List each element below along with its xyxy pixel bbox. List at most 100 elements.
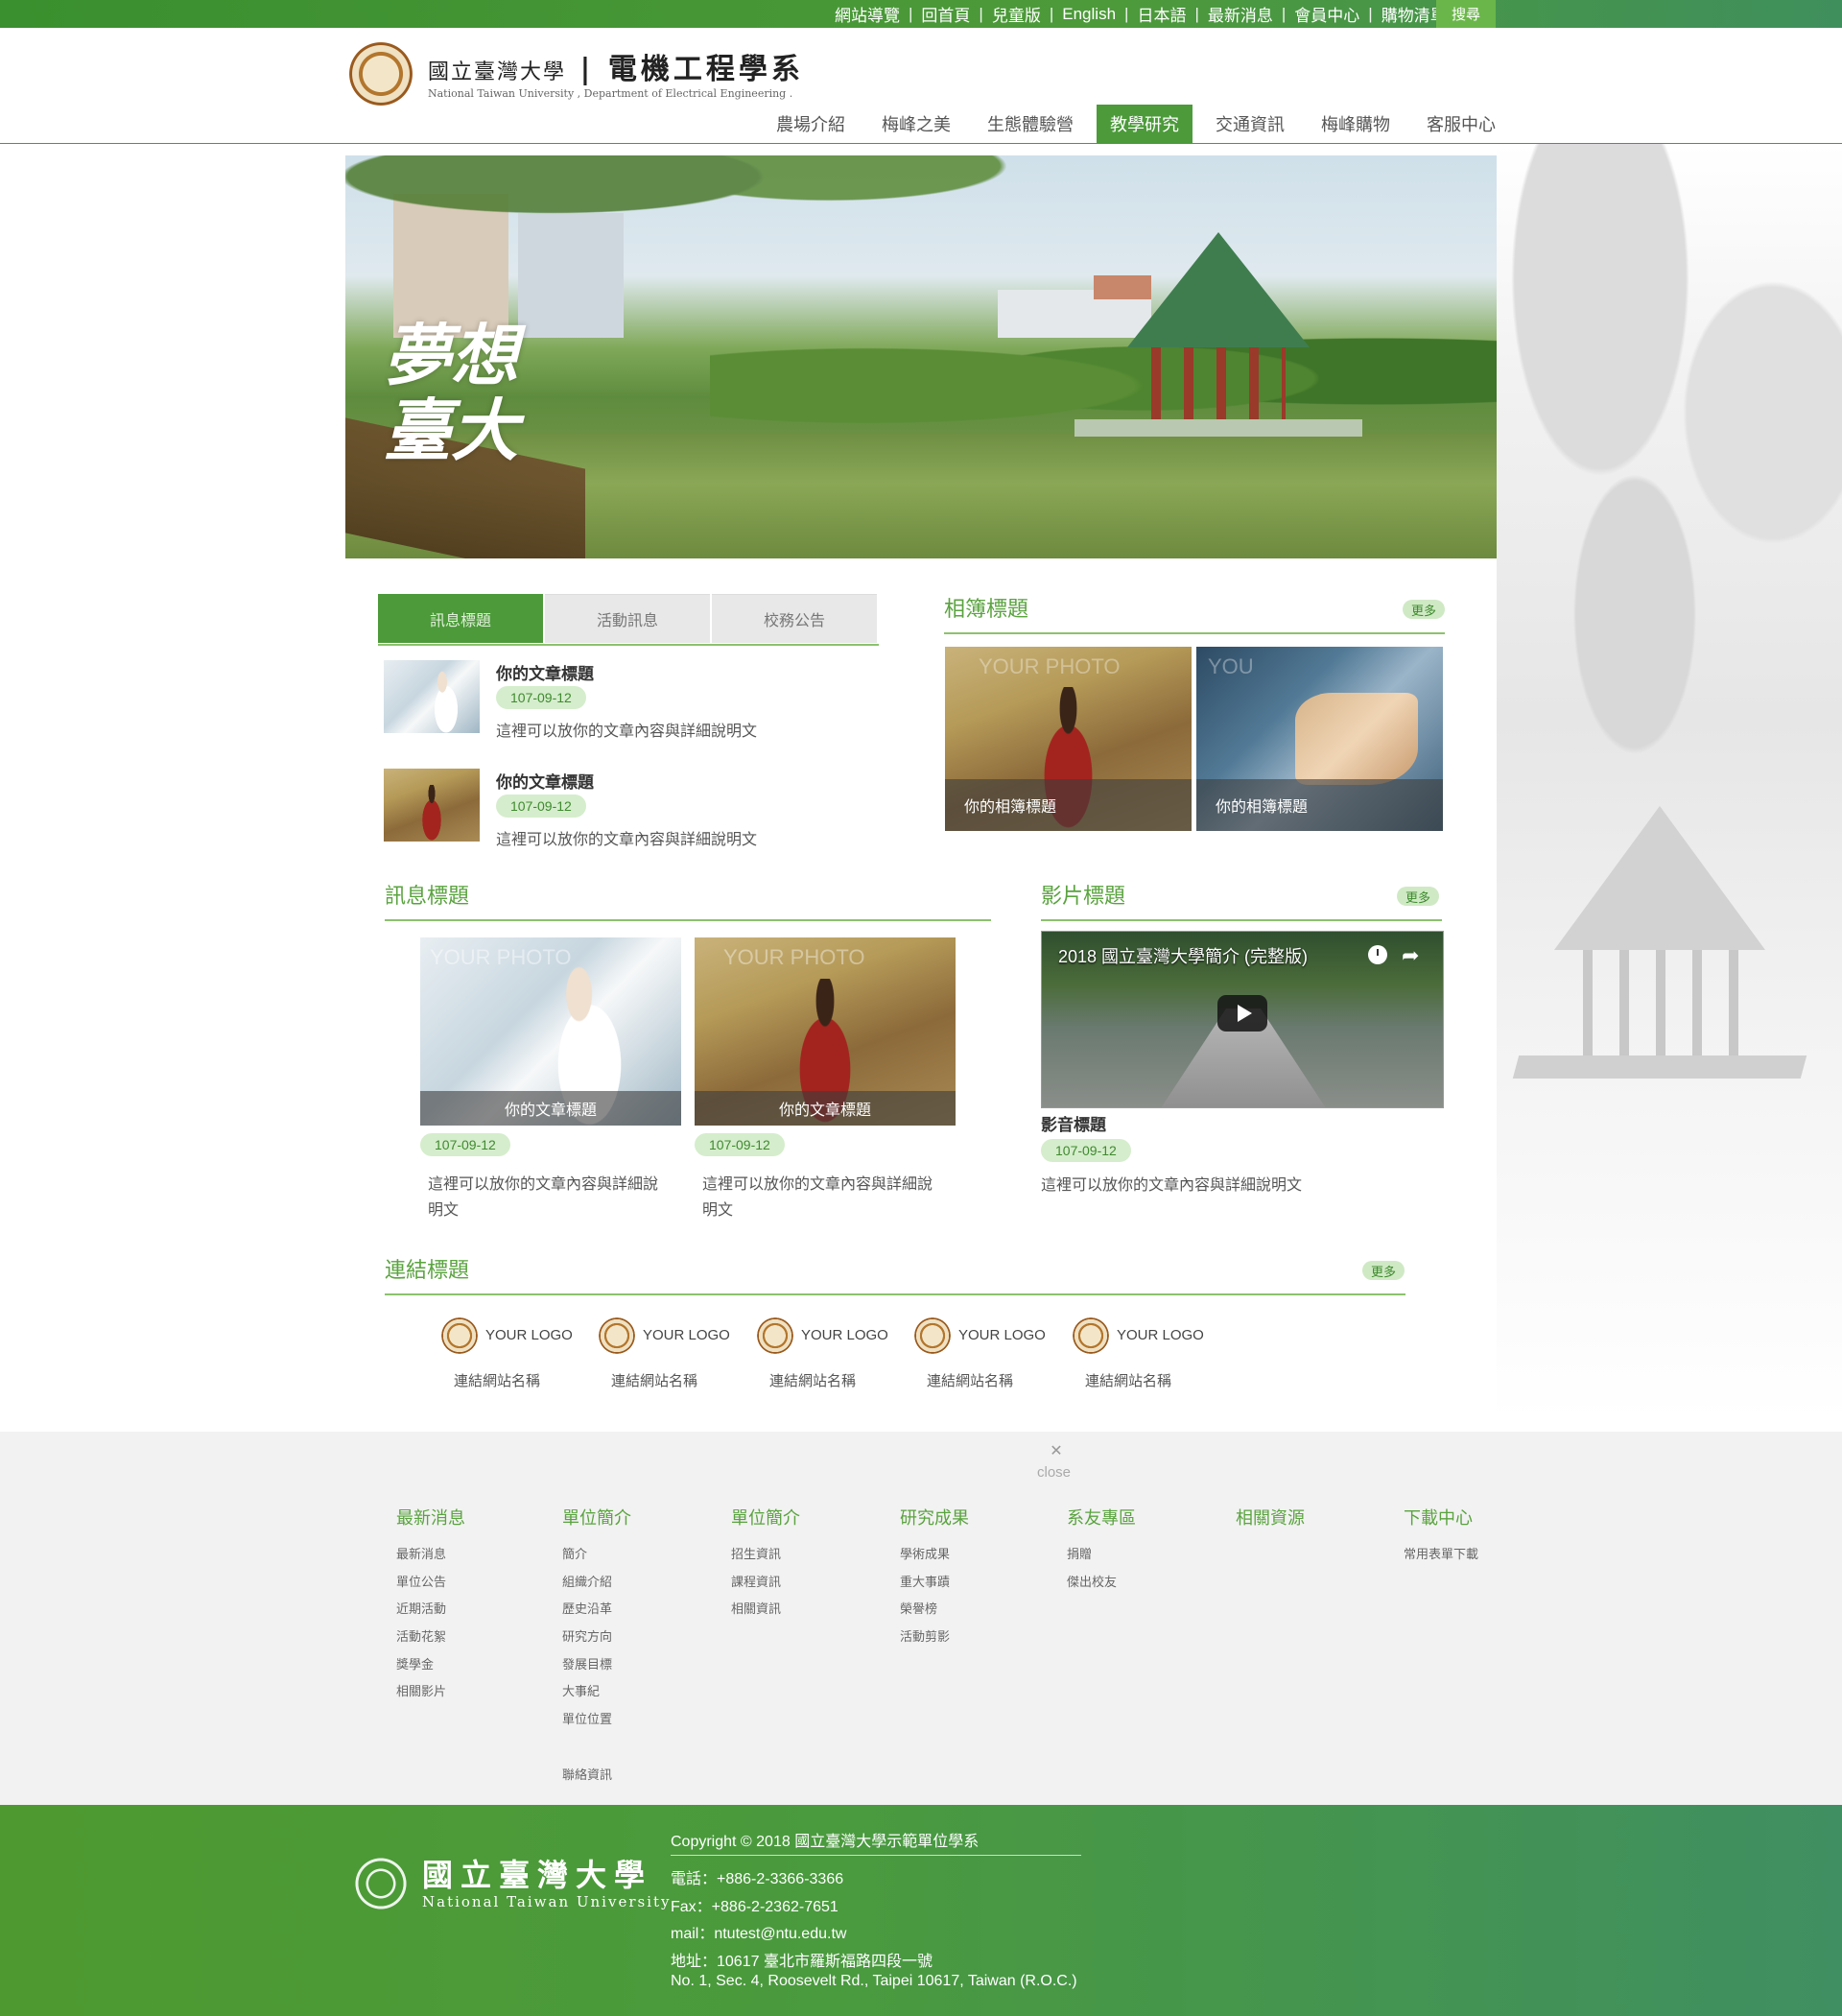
sitemap-column-head[interactable]: 下載中心 xyxy=(1404,1505,1478,1530)
nav-item-farm-intro[interactable]: 農場介紹 xyxy=(763,105,859,143)
sitemap-link[interactable]: 課程資訊 xyxy=(731,1569,800,1597)
news-list-item[interactable]: 你的文章標題 107-09-12 這裡可以放你的文章內容與詳細說明文 xyxy=(384,769,768,848)
article-photo[interactable]: YOUR PHOTO 你的文章標題 xyxy=(420,937,681,1126)
nav-item-transport[interactable]: 交通資訊 xyxy=(1202,105,1298,143)
sitemap-link[interactable]: 簡介 xyxy=(562,1541,631,1569)
nav-item-teaching-research[interactable]: 教學研究 xyxy=(1097,105,1193,143)
news-list-item[interactable]: 你的文章標題 107-09-12 這裡可以放你的文章內容與詳細說明文 xyxy=(384,660,768,740)
sitemap-link[interactable]: 發展目標 xyxy=(562,1651,631,1679)
sitemap-link[interactable]: 單位公告 xyxy=(396,1569,465,1597)
sitemap-link[interactable]: 活動剪影 xyxy=(900,1624,969,1651)
nav-item-eco-camp[interactable]: 生態體驗營 xyxy=(974,105,1087,143)
play-button[interactable] xyxy=(1217,995,1267,1032)
sitemap-column-head[interactable]: 最新消息 xyxy=(396,1505,465,1530)
footer-email[interactable]: mail：ntutest@ntu.edu.tw xyxy=(671,1920,846,1943)
sitemap-link[interactable]: 歷史沿革 xyxy=(562,1596,631,1624)
sitemap-link[interactable]: 招生資訊 xyxy=(731,1541,800,1569)
partner-link[interactable]: YOUR LOGO 連結網站名稱 xyxy=(598,1316,732,1389)
sitemap-column-head[interactable]: 相關資源 xyxy=(1236,1505,1305,1530)
site-title[interactable]: 國立臺灣大學 | 電機工程學系 xyxy=(428,45,804,87)
article-card[interactable]: YOUR PHOTO 你的文章標題 107-09-12 這裡可以放你的文章內容與… xyxy=(420,937,681,1219)
sitemap-link[interactable]: 榮譽榜 xyxy=(900,1596,969,1624)
sitemap-link[interactable]: 重大事蹟 xyxy=(900,1569,969,1597)
album-photo[interactable]: YOU 你的相簿標題 xyxy=(1196,647,1443,831)
footer-university-name-en: National Taiwan University xyxy=(422,1893,672,1910)
tab-activity[interactable]: 活動訊息 xyxy=(545,594,710,643)
close-icon[interactable]: ✕ xyxy=(1049,1441,1064,1459)
utility-link-japanese[interactable]: 日本語 xyxy=(1137,2,1186,26)
search-button[interactable]: 搜尋 xyxy=(1436,0,1496,28)
site-subtitle-en: National Taiwan University , Department … xyxy=(428,87,793,100)
news-description: 這裡可以放你的文章內容與詳細說明文 xyxy=(496,832,758,848)
sitemap-link[interactable]: 最新消息 xyxy=(396,1541,465,1569)
news-thumbnail[interactable] xyxy=(384,660,480,733)
partner-link[interactable]: YOUR LOGO 連結網站名稱 xyxy=(1072,1316,1206,1389)
sitemap-link[interactable]: 研究方向 xyxy=(562,1624,631,1651)
video-more-button[interactable]: 更多 xyxy=(1397,887,1439,906)
sitemap-link[interactable]: 聯絡資訊 xyxy=(562,1762,631,1790)
separator: | xyxy=(1368,4,1373,23)
news-title[interactable]: 你的文章標題 xyxy=(496,660,594,684)
partner-link[interactable]: YOUR LOGO 連結網站名稱 xyxy=(913,1316,1048,1389)
article-caption-bar: 你的文章標題 xyxy=(695,1091,956,1126)
sitemap-link[interactable]: 大事紀 xyxy=(562,1678,631,1706)
separator: | xyxy=(1124,4,1129,23)
tab-announcement[interactable]: 校務公告 xyxy=(712,594,877,643)
article-card[interactable]: YOUR PHOTO 你的文章標題 107-09-12 這裡可以放你的文章內容與… xyxy=(695,937,956,1219)
partner-link-name[interactable]: 連結網站名稱 xyxy=(611,1370,697,1390)
album-photo[interactable]: YOUR PHOTO 你的相簿標題 xyxy=(945,647,1192,831)
album-more-button[interactable]: 更多 xyxy=(1403,600,1445,619)
sitemap-link[interactable]: 相關影片 xyxy=(396,1678,465,1706)
utility-links: 網站導覽 | 回首頁 | 兒童版 | English | 日本語 | 最新消息 | 會員中心… xyxy=(835,0,1447,28)
sitemap-link[interactable]: 近期活動 xyxy=(396,1596,465,1624)
university-seal-logo[interactable] xyxy=(347,40,414,107)
video-title[interactable]: 2018 國立臺灣大學簡介 (完整版) xyxy=(1058,943,1308,968)
partner-link-name[interactable]: 連結網站名稱 xyxy=(769,1370,856,1390)
partner-link-name[interactable]: 連結網站名稱 xyxy=(454,1370,540,1390)
nav-item-customer-service[interactable]: 客服中心 xyxy=(1413,105,1509,143)
sitemap-link[interactable]: 相關資訊 xyxy=(731,1596,800,1624)
utility-link-english[interactable]: English xyxy=(1062,5,1116,24)
utility-link-news[interactable]: 最新消息 xyxy=(1208,2,1273,26)
sitemap-column-head[interactable]: 研究成果 xyxy=(900,1505,969,1530)
sitemap-column-head[interactable]: 單位簡介 xyxy=(562,1505,631,1530)
album-divider xyxy=(944,632,1445,634)
sitemap-link[interactable]: 組織介紹 xyxy=(562,1569,631,1597)
sitemap-close-label[interactable]: close xyxy=(1037,1464,1071,1481)
hero-banner: 夢想臺大 xyxy=(345,155,1497,558)
sitemap-link[interactable]: 獎學金 xyxy=(396,1651,465,1679)
sitemap-link[interactable]: 活動花絮 xyxy=(396,1624,465,1651)
share-icon[interactable]: ➦ xyxy=(1402,943,1419,968)
partner-link[interactable]: YOUR LOGO 連結網站名稱 xyxy=(756,1316,890,1389)
sitemap-link[interactable]: 單位位置 xyxy=(562,1706,631,1734)
partner-link[interactable]: YOUR LOGO 連結網站名稱 xyxy=(440,1316,575,1389)
partner-link-name[interactable]: 連結網站名稱 xyxy=(927,1370,1013,1390)
utility-link-home[interactable]: 回首頁 xyxy=(921,2,970,26)
footer-copyright: Copyright © 2018 國立臺灣大學示範單位學系 xyxy=(671,1834,980,1850)
separator: | xyxy=(979,4,983,23)
links-more-button[interactable]: 更多 xyxy=(1362,1261,1405,1280)
utility-link-sitemap[interactable]: 網站導覽 xyxy=(835,2,900,26)
article-photo[interactable]: YOUR PHOTO 你的文章標題 xyxy=(695,937,956,1126)
news-title[interactable]: 你的文章標題 xyxy=(496,769,594,793)
article-date-badge: 107-09-12 xyxy=(420,1133,510,1156)
sitemap-column-head[interactable]: 系友專區 xyxy=(1067,1505,1136,1530)
watch-later-icon[interactable] xyxy=(1368,945,1387,964)
sitemap-link[interactable]: 學術成果 xyxy=(900,1541,969,1569)
tab-message[interactable]: 訊息標題 xyxy=(378,594,543,643)
sitemap-link[interactable]: 傑出校友 xyxy=(1067,1569,1136,1597)
media-title[interactable]: 影音標題 xyxy=(1041,1111,1106,1135)
video-player[interactable]: 2018 國立臺灣大學簡介 (完整版) ➦ xyxy=(1041,931,1444,1108)
sitemap-link[interactable]: 常用表單下載 xyxy=(1404,1541,1478,1569)
thumbnail-student xyxy=(415,784,448,842)
sitemap-link[interactable]: 捐贈 xyxy=(1067,1541,1136,1569)
partner-link-name[interactable]: 連結網站名稱 xyxy=(1085,1370,1171,1390)
nav-item-meifeng-beauty[interactable]: 梅峰之美 xyxy=(868,105,964,143)
news-thumbnail[interactable] xyxy=(384,769,480,842)
sitemap-column-news: 最新消息 最新消息 單位公告 近期活動 活動花絮 獎學金 相關影片 xyxy=(396,1505,465,1706)
utility-link-kids[interactable]: 兒童版 xyxy=(992,2,1041,26)
separator: | xyxy=(1049,4,1054,23)
sitemap-column-head[interactable]: 單位簡介 xyxy=(731,1505,800,1530)
utility-link-member[interactable]: 會員中心 xyxy=(1294,2,1359,26)
nav-item-shopping[interactable]: 梅峰購物 xyxy=(1308,105,1404,143)
